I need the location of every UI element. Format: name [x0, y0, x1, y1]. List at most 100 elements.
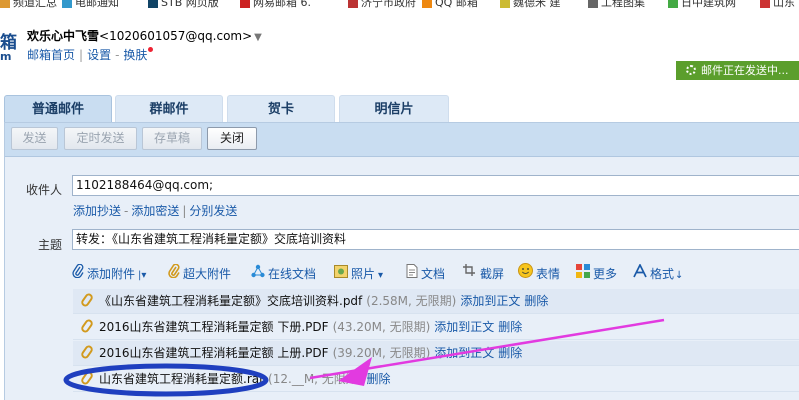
- font-format-icon: [633, 262, 647, 284]
- attachment-meta: (39.20M, 无限期): [332, 346, 431, 360]
- bookmark-favicon-icon: [500, 0, 510, 8]
- tab-postcard[interactable]: 明信片: [339, 95, 449, 122]
- photos-button[interactable]: 照片 ▾: [334, 264, 383, 284]
- attachment-row: 2016山东省建筑工程消耗量定额 上册.PDF (39.20M, 无限期) 添加到正…: [73, 341, 799, 366]
- bookmark-item[interactable]: 工程图集: [588, 0, 645, 9]
- bookmark-favicon-icon: [348, 0, 358, 8]
- compose-panel: 发送 定时发送 存草稿 关闭 收件人 1102188464@qq.com; 添加…: [4, 122, 799, 400]
- add-bcc-link[interactable]: 添加密送: [131, 204, 179, 218]
- more-label: 更多: [593, 267, 618, 281]
- online-docs-label: 在线文档: [268, 267, 317, 281]
- large-attachment-label: 超大附件: [183, 267, 232, 281]
- online-docs-button[interactable]: 在线文档: [251, 264, 316, 284]
- subject-input[interactable]: 转发：《山东省建筑工程消耗量定额》交底培训资料: [72, 229, 799, 250]
- save-draft-button[interactable]: 存草稿: [142, 127, 202, 150]
- attachment-meta: (43.20M, 无限期): [332, 320, 431, 334]
- bookmark-favicon-icon: [240, 0, 250, 8]
- smiley-icon: [518, 263, 533, 284]
- skin-link[interactable]: 换肤: [123, 48, 147, 62]
- new-indicator-icon: [148, 47, 154, 52]
- add-to-body-link[interactable]: 添加到正文: [460, 294, 520, 308]
- bookmark-item[interactable]: 频道汇总: [0, 0, 57, 9]
- emoji-button[interactable]: 表情: [518, 263, 561, 284]
- emoji-label: 表情: [536, 267, 561, 281]
- bookmark-label: 网易邮箱 6.: [253, 0, 311, 9]
- photos-label: 照片: [351, 267, 376, 281]
- close-button[interactable]: 关闭: [207, 127, 257, 150]
- tab-group-mail[interactable]: 群邮件: [115, 95, 223, 122]
- screenshot-button[interactable]: 截屏: [462, 263, 504, 284]
- chevron-down-icon[interactable]: |▾: [138, 270, 146, 281]
- share-icon: [251, 264, 265, 284]
- separate-send-link[interactable]: 分别发送: [189, 204, 237, 218]
- large-attachment-button[interactable]: 超大附件: [168, 262, 232, 284]
- paperclip-icon: [79, 291, 95, 309]
- mail-logo: 箱 m: [0, 28, 17, 64]
- attachment-name: 《山东省建筑工程消耗量定额》交底培训资料.pdf: [99, 294, 363, 308]
- more-button[interactable]: 更多: [576, 263, 618, 284]
- bookmark-label: 电邮通知: [75, 0, 119, 9]
- account-links: 邮箱首页 | 设置 - 换肤: [27, 46, 154, 63]
- sending-status-text: 邮件正在发送中...: [701, 64, 789, 77]
- bookmark-item[interactable]: 网易邮箱 6.: [240, 0, 311, 9]
- attachment-row: 山东省建筑工程消耗量定额.rar (12.__M, 无限期) 删除: [73, 367, 799, 392]
- delete-attachment-link[interactable]: 删除: [498, 346, 522, 360]
- photo-icon: [334, 264, 348, 284]
- bookmark-label: STB 网页版: [161, 0, 219, 9]
- attachment-row: 2016山东省建筑工程消耗量定额 下册.PDF (43.20M, 无限期) 添加到正…: [73, 315, 799, 340]
- bookmark-label: 济宁市政府: [361, 0, 416, 9]
- bookmark-favicon-icon: [588, 0, 598, 8]
- docs-button[interactable]: 文档: [406, 263, 446, 284]
- account-info[interactable]: 欢乐心中飞雪<1020601057@qq.com> ▼: [27, 27, 262, 44]
- bookmark-item[interactable]: 日中建筑网: [668, 0, 736, 9]
- add-to-body-link[interactable]: 添加到正文: [434, 320, 494, 334]
- add-attachment-button[interactable]: 添加附件 |▾: [72, 263, 146, 284]
- separator: -: [124, 204, 129, 218]
- paperclip-icon: [79, 343, 95, 361]
- bookmark-item[interactable]: QQ 邮箱: [422, 0, 478, 9]
- paperclip-icon: [79, 369, 95, 387]
- add-attachment-label: 添加附件: [87, 267, 136, 281]
- attachment-name: 2016山东省建筑工程消耗量定额 上册.PDF: [99, 346, 329, 360]
- separator: |: [79, 48, 84, 62]
- attachment-meta: (2.58M, 无限期): [366, 294, 457, 308]
- logo-text: m: [0, 50, 12, 63]
- delete-attachment-link[interactable]: 删除: [498, 320, 522, 334]
- grid-icon: [576, 263, 590, 284]
- settings-link[interactable]: 设置: [87, 48, 111, 62]
- delete-attachment-link[interactable]: 删除: [524, 294, 548, 308]
- add-cc-link[interactable]: 添加抄送: [73, 204, 121, 218]
- document-icon: [406, 263, 418, 284]
- tab-normal-mail[interactable]: 普通邮件: [4, 95, 112, 122]
- bookmark-item[interactable]: 济宁市政府: [348, 0, 416, 9]
- bookmark-favicon-icon: [422, 0, 432, 8]
- cc-links: 添加抄送 - 添加密送 | 分别发送: [73, 202, 237, 219]
- recipient-input[interactable]: 1102188464@qq.com;: [72, 175, 799, 196]
- bookmark-item[interactable]: 电邮通知: [62, 0, 119, 9]
- bookmark-item[interactable]: STB 网页版: [148, 0, 219, 9]
- attachment-name: 山东省建筑工程消耗量定额.rar: [99, 372, 265, 386]
- account-email: <1020601057@qq.com>: [99, 29, 253, 43]
- chevron-down-icon[interactable]: ▾: [378, 270, 383, 281]
- account-name: 欢乐心中飞雪: [27, 29, 100, 43]
- chevron-down-icon[interactable]: ▼: [254, 32, 262, 43]
- bookmark-label: 工程图集: [601, 0, 645, 9]
- large-paperclip-icon: [168, 262, 180, 284]
- bookmark-favicon-icon: [760, 0, 770, 8]
- bookmark-item[interactable]: 魏德米 建: [500, 0, 561, 9]
- docs-label: 文档: [421, 267, 446, 281]
- bookmark-label: 频道汇总: [13, 0, 57, 9]
- format-toggle-icon[interactable]: ↓: [675, 270, 683, 281]
- send-button[interactable]: 发送: [11, 127, 58, 150]
- timed-send-button[interactable]: 定时发送: [64, 127, 137, 150]
- mailbox-home-link[interactable]: 邮箱首页: [27, 48, 75, 62]
- tab-greeting-card[interactable]: 贺卡: [227, 95, 335, 122]
- bookmark-favicon-icon: [148, 0, 158, 8]
- recipient-label: 收件人: [26, 183, 63, 197]
- bookmark-item[interactable]: 山东: [760, 0, 795, 9]
- add-to-body-link[interactable]: 添加到正文: [434, 346, 494, 360]
- compose-toolbar: 发送 定时发送 存草稿 关闭: [5, 123, 799, 157]
- format-button[interactable]: 格式↓: [633, 262, 683, 284]
- delete-attachment-link[interactable]: 删除: [366, 372, 390, 386]
- separator: -: [115, 48, 120, 62]
